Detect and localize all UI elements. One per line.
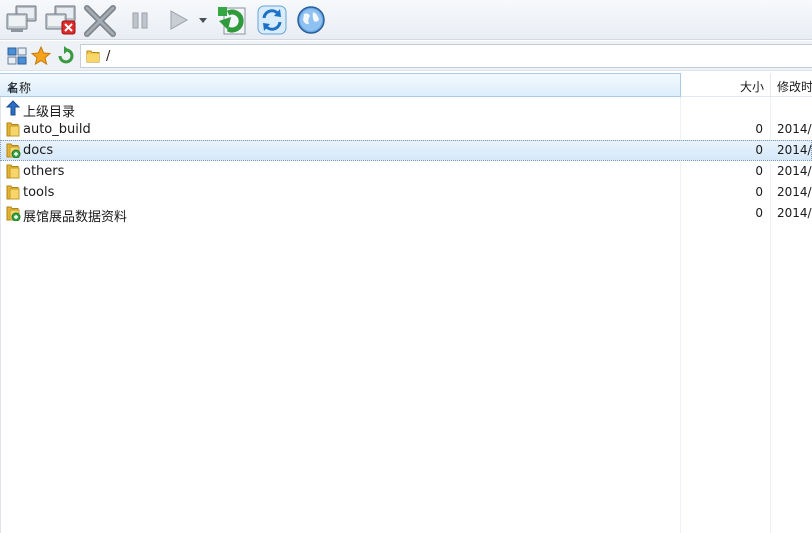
column-header: ▲ 名称 大小 修改时: [0, 73, 812, 97]
folder-plus-icon: [5, 142, 21, 159]
path-input[interactable]: /: [80, 44, 812, 68]
favorites-star-icon[interactable]: [30, 45, 52, 67]
column-header-size[interactable]: 大小: [681, 73, 771, 97]
list-item[interactable]: tools 0 2014/1: [0, 182, 812, 203]
list-item-name: docs: [23, 143, 54, 158]
list-item-date: 2014/1: [777, 164, 812, 178]
view-toggle-icon[interactable]: [6, 45, 28, 67]
list-item-size: 0: [755, 185, 763, 199]
list-item-date: 2014/1: [777, 185, 812, 199]
list-item[interactable]: 展馆展品数据资料 0 2014/1: [0, 203, 812, 225]
pause-icon[interactable]: [123, 3, 157, 37]
folder-icon: [5, 121, 21, 137]
stop-x-icon[interactable]: [83, 3, 117, 37]
dropdown-arrow-icon[interactable]: [196, 3, 210, 37]
list-item-size: 0: [755, 206, 763, 220]
list-item[interactable]: others 0 2014/1: [0, 161, 812, 182]
download-refresh-icon[interactable]: [215, 3, 249, 37]
refresh-icon[interactable]: [255, 3, 289, 37]
list-item-date: 2014/1: [777, 143, 812, 157]
list-item-selected[interactable]: docs 0 2014/1: [0, 140, 812, 161]
globe-icon[interactable]: [294, 3, 328, 37]
list-item-name: tools: [23, 185, 55, 200]
list-item-name: auto_build: [23, 122, 91, 137]
column-header-size-label: 大小: [739, 80, 764, 94]
list-item-parent-directory[interactable]: 上级目录: [0, 98, 812, 120]
toolbar: [0, 0, 812, 40]
column-header-name-label: 名称: [7, 81, 32, 95]
back-refresh-icon[interactable]: [54, 45, 76, 67]
list-item-date: 2014/1: [777, 206, 812, 220]
path-text: /: [106, 49, 111, 64]
column-header-modified[interactable]: 修改时: [771, 73, 812, 97]
file-list: 上级目录 auto_build 0 2014/1 docs 0 2014/1: [0, 97, 812, 533]
list-item-date: 2014/1: [777, 122, 812, 136]
list-item-size: 0: [755, 143, 763, 157]
play-icon[interactable]: [161, 3, 195, 37]
folder-icon: [85, 48, 101, 67]
list-item[interactable]: auto_build 0 2014/1: [0, 119, 812, 140]
folder-icon: [5, 184, 21, 200]
folder-plus-icon: [5, 205, 21, 222]
list-item-size: 0: [755, 122, 763, 136]
connect-computer-icon[interactable]: [5, 3, 39, 37]
folder-icon: [5, 163, 21, 179]
disconnect-computer-icon[interactable]: [44, 3, 78, 37]
column-header-modified-label: 修改时: [777, 80, 812, 94]
list-item-name: 展馆展品数据资料: [23, 210, 128, 225]
up-arrow-icon: [5, 100, 21, 116]
column-header-name[interactable]: ▲ 名称: [0, 73, 681, 97]
list-item-name: others: [23, 164, 65, 179]
list-item-size: 0: [755, 164, 763, 178]
address-bar: /: [0, 41, 812, 71]
list-item-name: 上级目录: [23, 105, 76, 120]
